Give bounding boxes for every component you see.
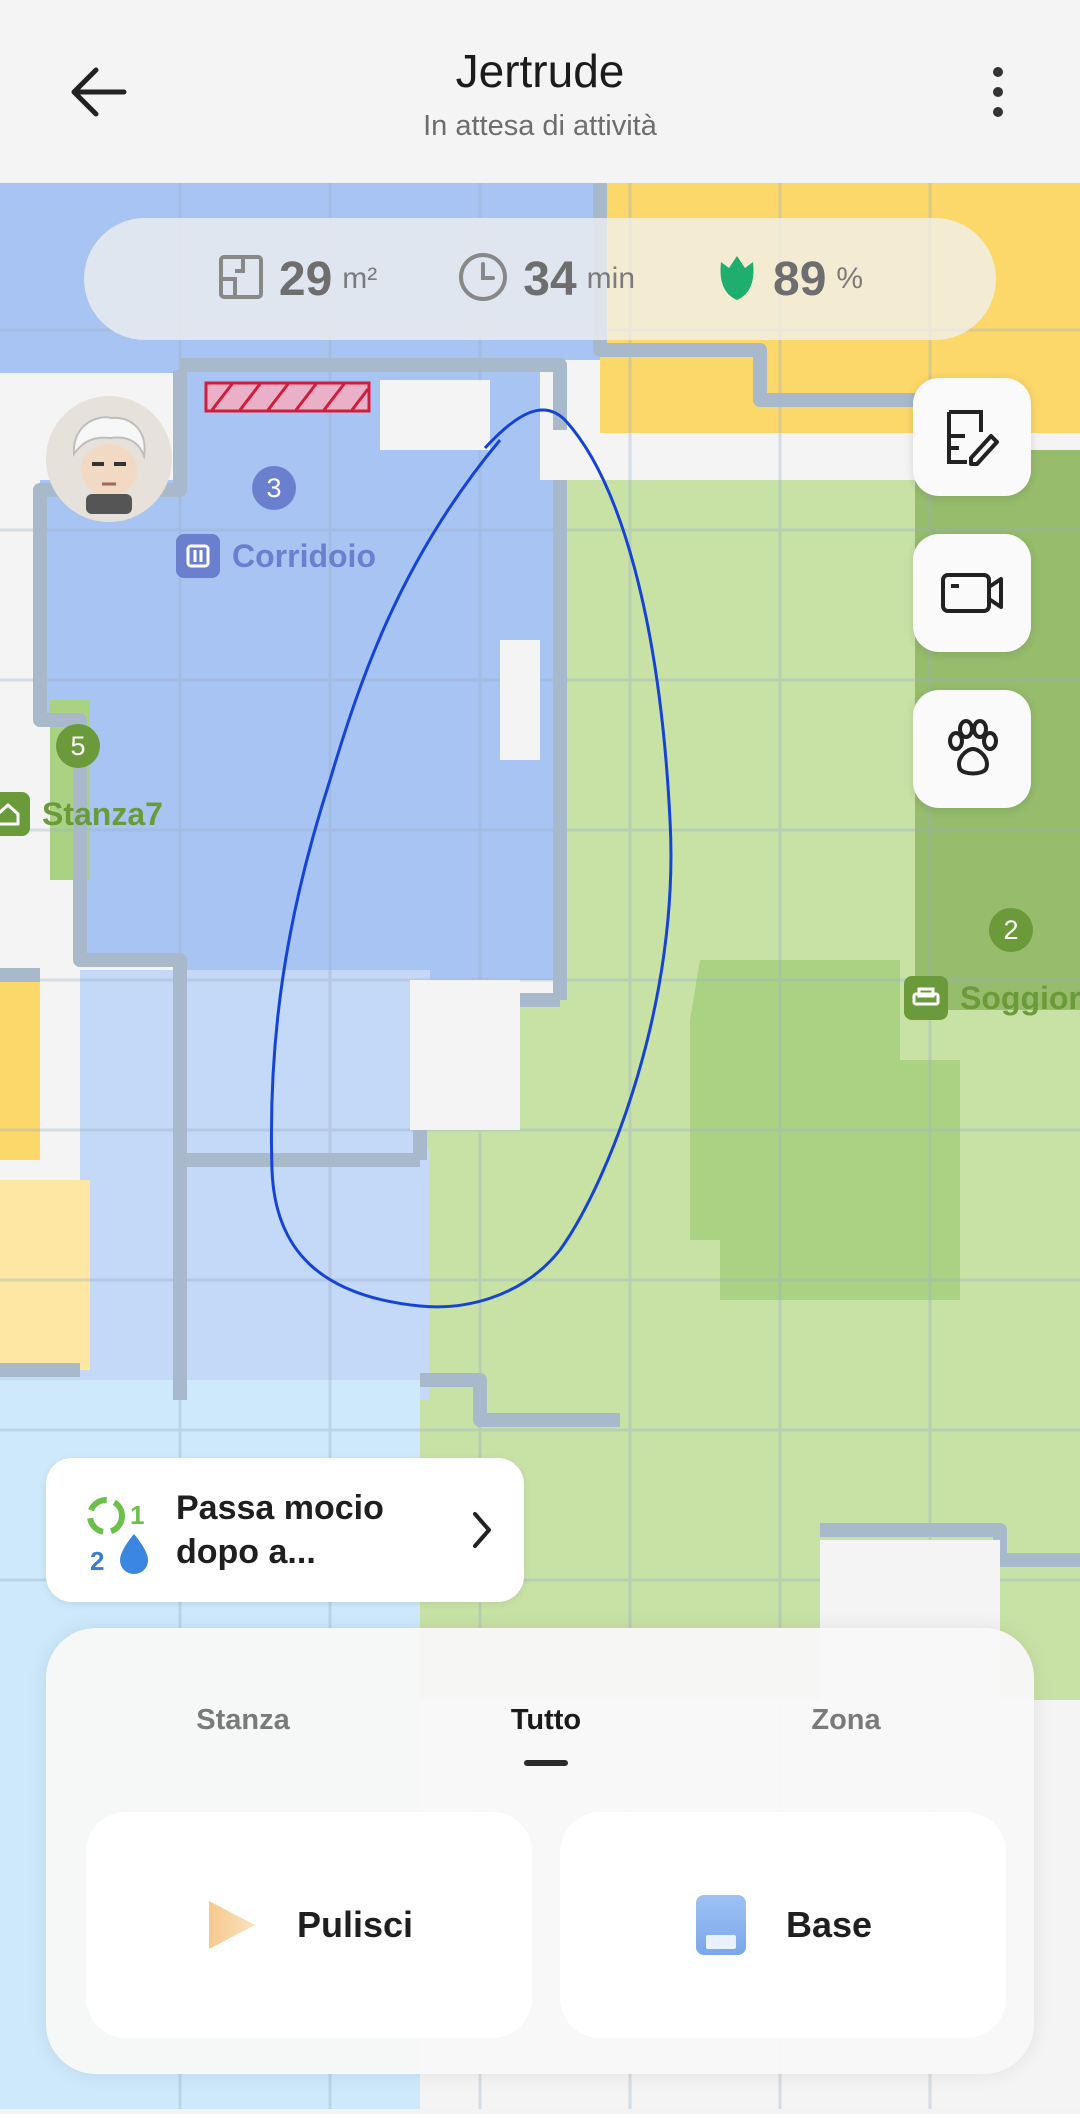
- tab-tutto[interactable]: Tutto: [446, 1704, 646, 1737]
- mop-after-vacuum-tip[interactable]: 1 2 Passa mocio dopo a...: [46, 1458, 524, 1602]
- svg-text:1: 1: [130, 1500, 144, 1530]
- battery-value: 89: [773, 252, 827, 306]
- room-name: Stanza7: [42, 795, 163, 832]
- time-value: 34: [523, 252, 577, 306]
- corridor-icon: [176, 534, 220, 578]
- edit-map-icon: [947, 410, 999, 466]
- active-tab-indicator: [524, 1760, 568, 1766]
- battery-stat: 89 %: [715, 252, 863, 307]
- chevron-right-icon: [470, 1510, 494, 1555]
- sofa-icon: [904, 976, 948, 1020]
- dock-label: Base: [785, 1904, 873, 1945]
- time-stat: 34 min: [457, 251, 635, 308]
- svg-text:2: 2: [90, 1546, 104, 1576]
- room-label-corridoio[interactable]: Corridoio: [176, 534, 376, 578]
- clock-icon: [457, 251, 509, 308]
- cleaning-control-panel: Stanza Tutto Zona Pulisci Base: [46, 1628, 1034, 2074]
- tab-zona[interactable]: Zona: [746, 1704, 946, 1737]
- edit-map-button[interactable]: [913, 378, 1031, 496]
- mop-sequence-icon: 1 2: [87, 1497, 148, 1576]
- device-name: Jertrude: [455, 45, 625, 97]
- cleaning-stats-bar: 29 m² 34 min 89 %: [84, 218, 996, 340]
- room-number-badge[interactable]: 5: [56, 724, 100, 768]
- pet-mode-button[interactable]: [913, 690, 1031, 808]
- house-icon: [0, 792, 30, 836]
- top-bar: Jertrude In attesa di attività: [0, 0, 1080, 183]
- time-unit: min: [586, 262, 636, 295]
- battery-leaf-icon: [715, 252, 759, 307]
- battery-unit: %: [836, 262, 864, 295]
- device-status: In attesa di attività: [423, 110, 657, 142]
- clean-label: Pulisci: [296, 1904, 414, 1945]
- dock-button[interactable]: Base: [560, 1812, 1006, 2038]
- play-icon: [208, 1901, 255, 1949]
- area-value: 29: [278, 252, 333, 306]
- room-name: Corridoio: [232, 537, 376, 574]
- area-stat: 29 m²: [217, 252, 377, 307]
- room-label-soggiorno[interactable]: Soggior: [904, 976, 1080, 1020]
- area-icon: [217, 253, 265, 306]
- tip-text: Passa mocio dopo a...: [176, 1489, 384, 1571]
- room-label-stanza7[interactable]: Stanza7: [0, 792, 163, 836]
- room-name: Soggior: [960, 979, 1080, 1016]
- room-number-badge[interactable]: 2: [989, 908, 1033, 952]
- clean-button[interactable]: Pulisci: [86, 1812, 532, 2038]
- camera-button[interactable]: [913, 534, 1031, 652]
- video-camera-icon: [941, 573, 1003, 613]
- robot-avatar[interactable]: [46, 396, 172, 522]
- area-unit: m²: [342, 262, 378, 295]
- paw-icon: [948, 719, 998, 776]
- tab-stanza[interactable]: Stanza: [143, 1704, 343, 1737]
- room-number-badge[interactable]: 3: [252, 466, 296, 510]
- dock-station-icon: [695, 1895, 746, 1955]
- more-options-icon[interactable]: [980, 62, 1016, 122]
